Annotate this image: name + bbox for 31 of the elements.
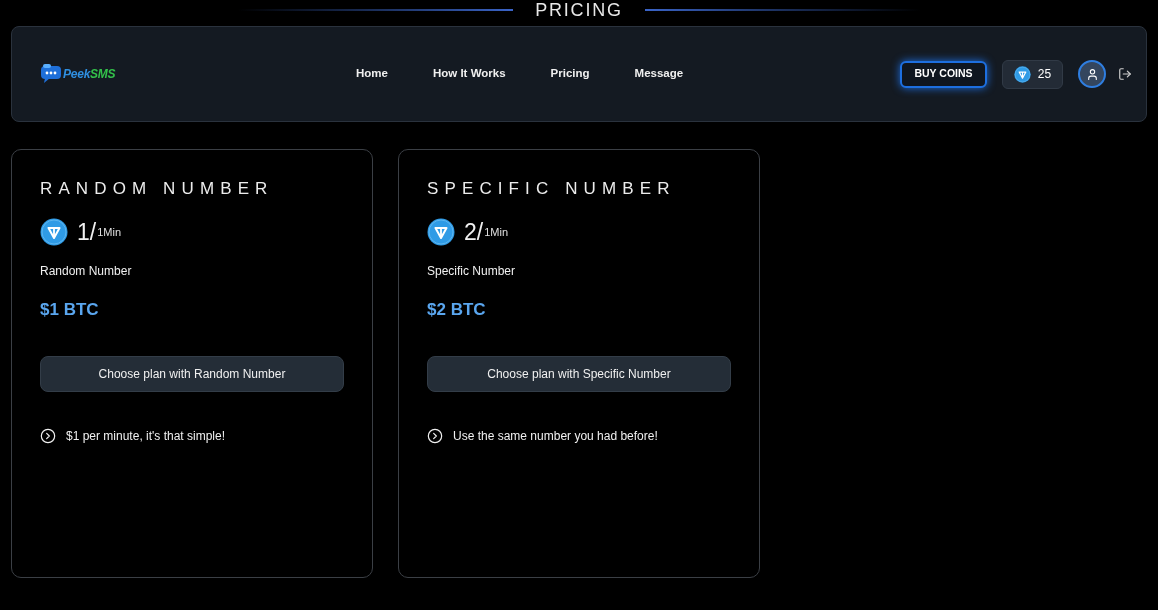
token-coin-icon bbox=[1013, 65, 1031, 83]
choose-plan-button[interactable]: Choose plan with Specific Number bbox=[427, 356, 731, 392]
nav-link[interactable]: How It Works bbox=[432, 65, 506, 83]
logo-text[interactable]: PeekSMS bbox=[63, 65, 116, 83]
plan-price: $1 BTC bbox=[40, 299, 100, 321]
chevron-circle-icon bbox=[40, 428, 56, 444]
choose-plan-button[interactable]: Choose plan with Random Number bbox=[40, 356, 344, 392]
plan-name: Specific Number bbox=[427, 263, 517, 279]
plan-feature: Use the same number you had before! bbox=[453, 428, 658, 445]
chat-bubble-logo-icon bbox=[40, 64, 62, 84]
user-avatar-icon[interactable] bbox=[1078, 60, 1106, 88]
coin-balance-badge[interactable]: 25 bbox=[1002, 59, 1063, 89]
plan-rate-unit: 1Min bbox=[484, 224, 509, 240]
nav-link[interactable]: Pricing bbox=[550, 65, 590, 83]
nav-link[interactable]: Home bbox=[356, 65, 388, 83]
buy-coins-button[interactable]: BUY COINS bbox=[900, 60, 987, 88]
nav-link[interactable]: Message bbox=[634, 65, 684, 83]
logout-icon[interactable] bbox=[1118, 67, 1132, 81]
plan-title: SPECIFIC NUMBER bbox=[427, 178, 677, 200]
chevron-circle-icon bbox=[427, 428, 443, 444]
coin-balance: 25 bbox=[1037, 66, 1052, 83]
plan-rate-unit: 1Min bbox=[97, 224, 122, 240]
plan-name: Random Number bbox=[40, 263, 133, 279]
page-heading: PRICING bbox=[535, 0, 623, 20]
token-coin-icon bbox=[427, 218, 455, 246]
token-coin-icon bbox=[40, 218, 68, 246]
plan-price: $2 BTC bbox=[427, 299, 487, 321]
plan-feature: $1 per minute, it's that simple! bbox=[66, 428, 226, 445]
plan-rate: 1/ bbox=[77, 218, 97, 246]
plan-title: RANDOM NUMBER bbox=[40, 178, 275, 200]
plan-rate: 2/ bbox=[464, 218, 484, 246]
